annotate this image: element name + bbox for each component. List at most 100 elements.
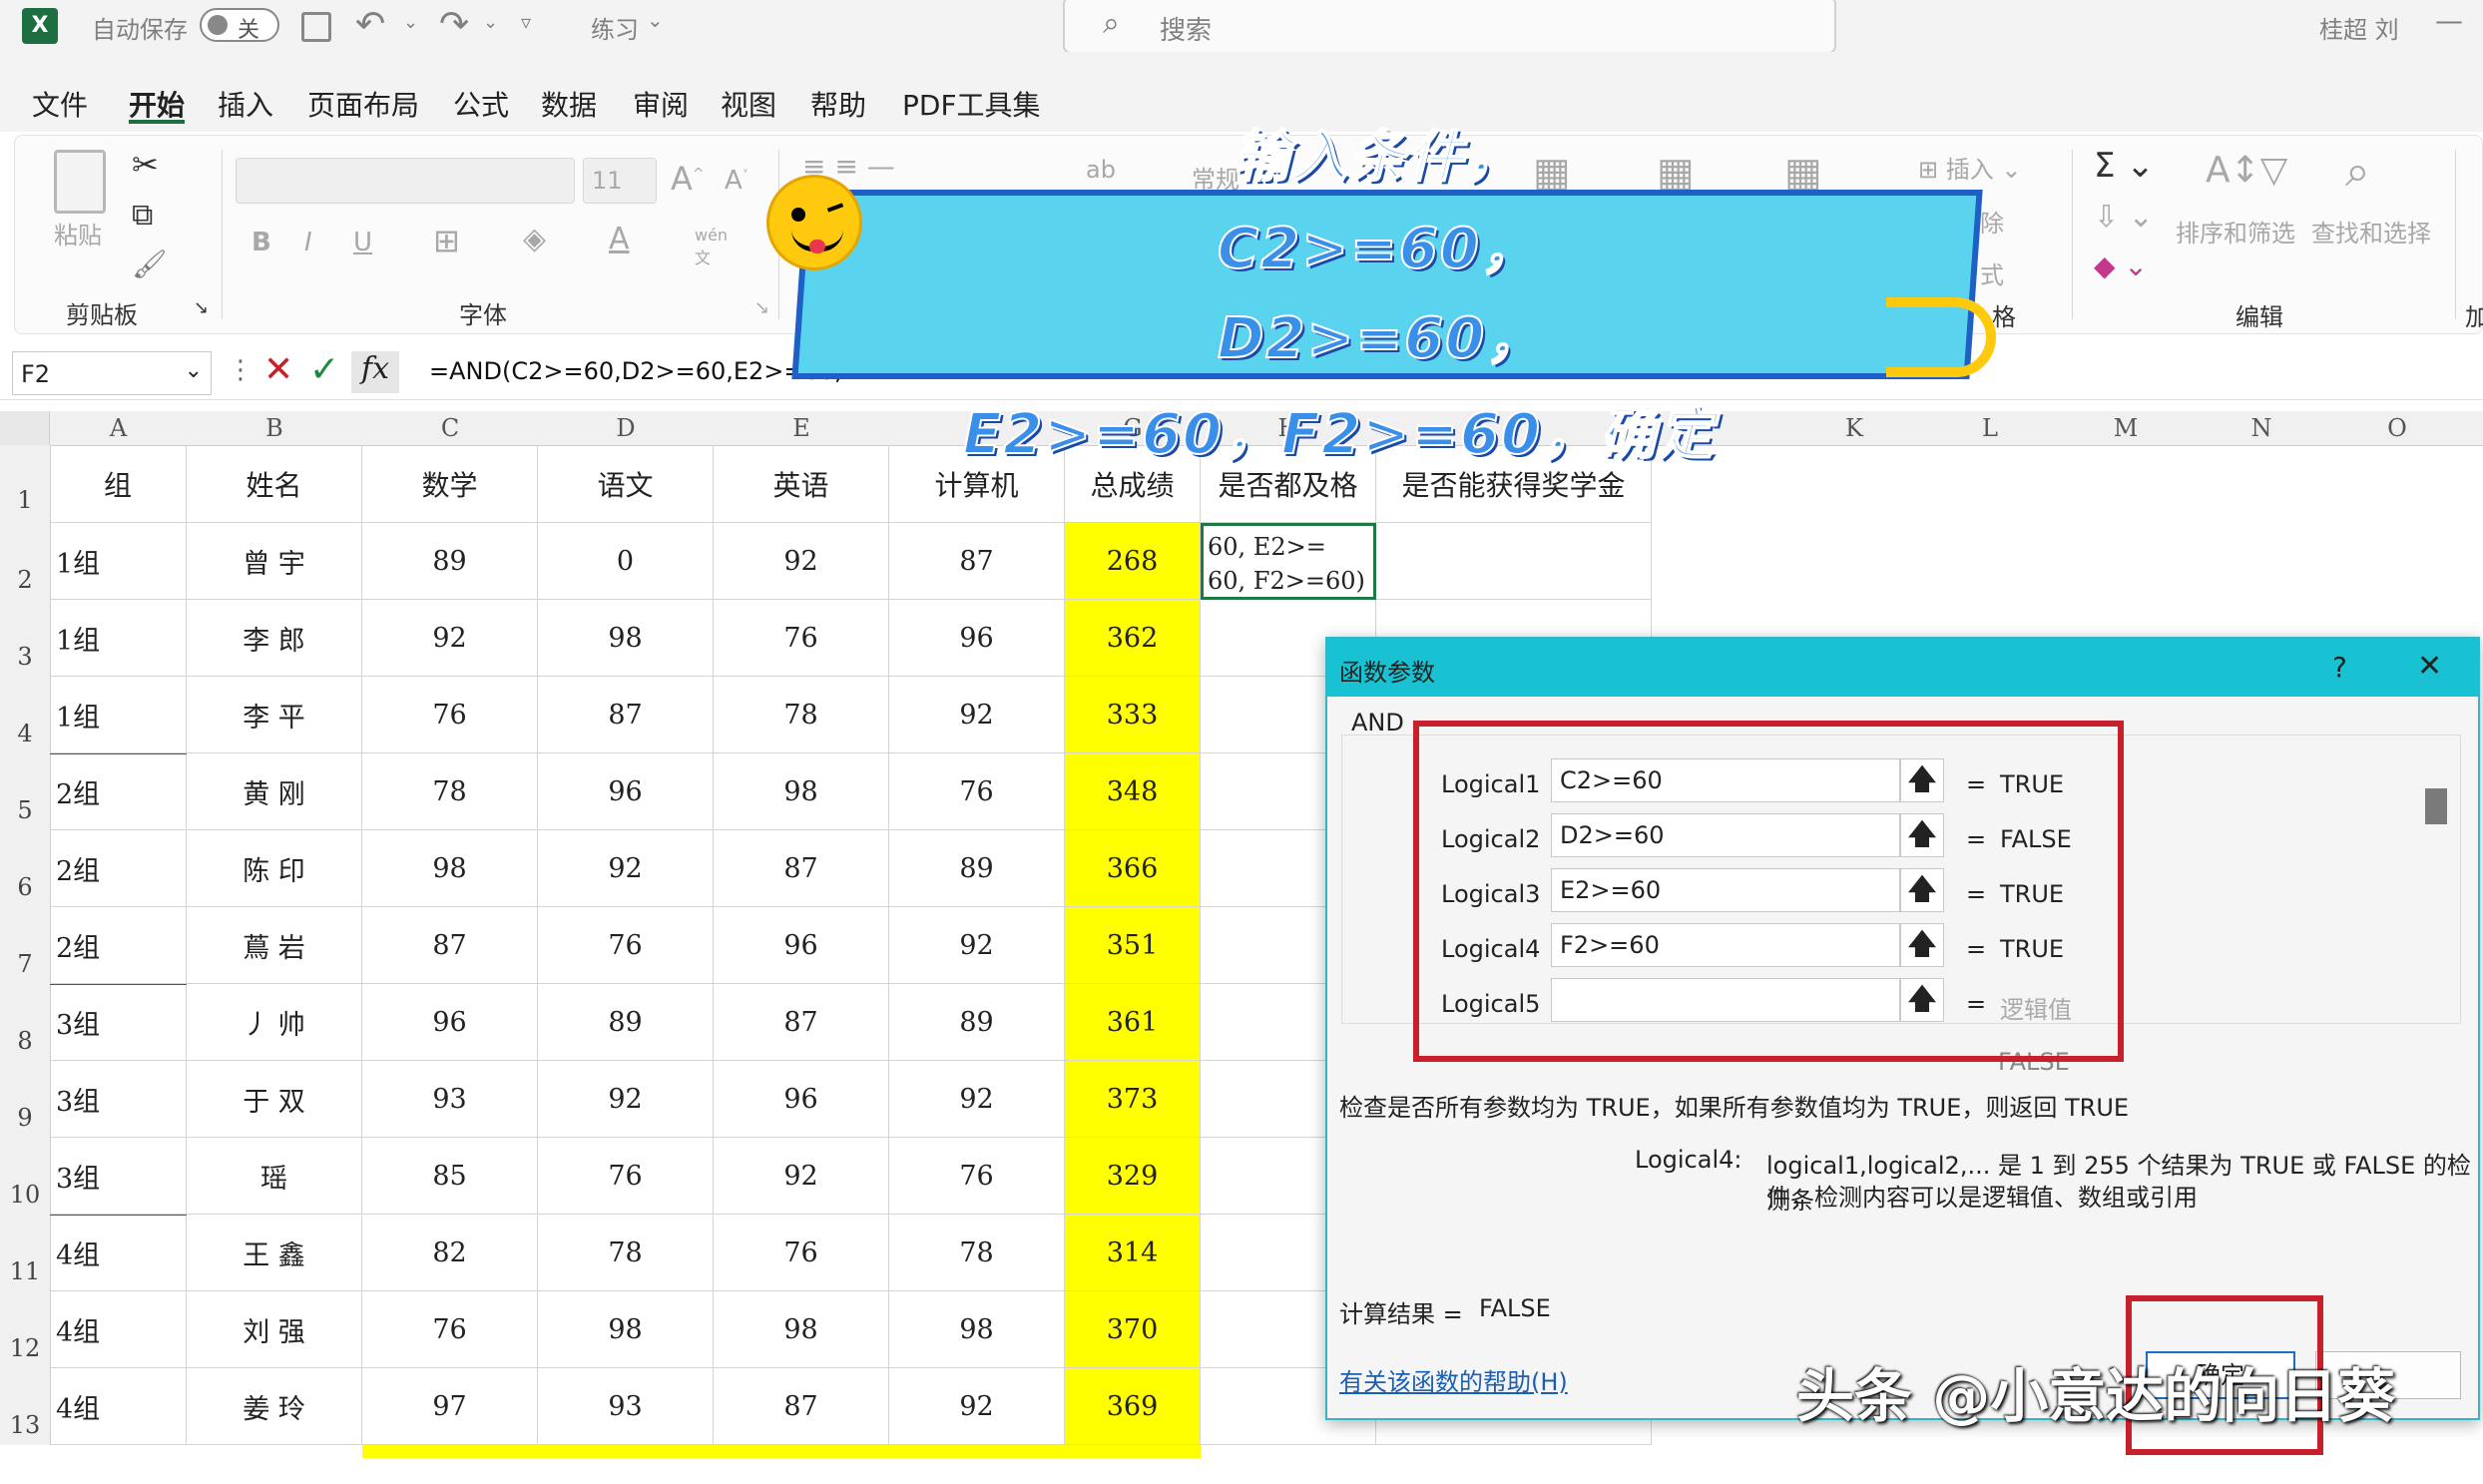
cell-math[interactable]: 93 xyxy=(362,1061,538,1138)
paste-label[interactable]: 粘贴 xyxy=(54,216,102,250)
cell-english[interactable]: 76 xyxy=(714,600,889,677)
cell-chinese[interactable]: 76 xyxy=(538,1138,714,1215)
font-launcher-icon[interactable]: ↘ xyxy=(754,297,769,318)
row-header[interactable]: 4 xyxy=(0,677,51,753)
find-select-label[interactable]: 查找和选择 xyxy=(2311,214,2431,248)
row-header[interactable]: 1 xyxy=(0,445,51,523)
dialog-help-button[interactable]: ? xyxy=(2332,651,2347,684)
cell-group[interactable]: 2组 xyxy=(50,907,187,984)
enter-formula-icon[interactable]: ✓ xyxy=(309,349,339,390)
row-header[interactable]: 10 xyxy=(0,1138,51,1215)
cell-total[interactable]: 329 xyxy=(1065,1138,1201,1215)
row-header[interactable]: 8 xyxy=(0,984,51,1061)
header-chinese[interactable]: 语文 xyxy=(538,445,714,523)
font-name-box[interactable] xyxy=(236,158,575,204)
row-header[interactable]: 11 xyxy=(0,1215,51,1291)
cell-name[interactable]: 李 平 xyxy=(187,677,362,753)
cell-math[interactable]: 82 xyxy=(362,1215,538,1291)
cell-english[interactable]: 87 xyxy=(714,1368,889,1445)
cut-icon[interactable]: ✂ xyxy=(132,146,159,184)
cell-group[interactable]: 1组 xyxy=(50,523,187,600)
col-header-n[interactable]: N xyxy=(2194,411,2329,445)
cell-chinese[interactable]: 78 xyxy=(538,1215,714,1291)
cell-math[interactable]: 97 xyxy=(362,1368,538,1445)
cell-total[interactable]: 373 xyxy=(1065,1061,1201,1138)
cell-chinese[interactable]: 92 xyxy=(538,830,714,907)
wrap-text-icon[interactable]: ab xyxy=(1086,156,1116,184)
col-header-e[interactable]: E xyxy=(714,411,889,445)
cell-math[interactable]: 89 xyxy=(362,523,538,600)
clear-icon[interactable]: ◆ ⌄ xyxy=(2094,249,2148,282)
menu-file[interactable]: 文件 xyxy=(32,84,88,124)
menu-review[interactable]: 审阅 xyxy=(633,84,689,124)
cell-chinese[interactable]: 76 xyxy=(538,907,714,984)
menu-insert[interactable]: 插入 xyxy=(218,84,273,124)
cell-computer[interactable]: 96 xyxy=(889,600,1065,677)
row-header[interactable]: 12 xyxy=(0,1291,51,1368)
cancel-formula-icon[interactable]: ✕ xyxy=(263,349,293,390)
cell-name[interactable]: 曾 宇 xyxy=(187,523,362,600)
cell-computer[interactable]: 76 xyxy=(889,1138,1065,1215)
cell-chinese[interactable]: 87 xyxy=(538,677,714,753)
menu-data[interactable]: 数据 xyxy=(541,84,597,124)
row-header[interactable]: 5 xyxy=(0,753,51,830)
cell-total[interactable]: 314 xyxy=(1065,1215,1201,1291)
cell-computer[interactable]: 89 xyxy=(889,830,1065,907)
cell-total[interactable]: 268 xyxy=(1065,523,1201,600)
redo-dropdown-icon[interactable]: ⌄ xyxy=(483,12,498,33)
menu-pdf-tools[interactable]: PDF工具集 xyxy=(902,84,1041,124)
cell-computer[interactable]: 76 xyxy=(889,753,1065,830)
borders-icon[interactable]: ⊞ xyxy=(433,222,460,259)
dialog-close-icon[interactable]: ✕ xyxy=(2417,649,2442,684)
col-header-d[interactable]: D xyxy=(538,411,714,445)
undo-dropdown-icon[interactable]: ⌄ xyxy=(403,12,418,33)
autosave-toggle[interactable]: 关 xyxy=(200,8,279,43)
cell-english[interactable]: 98 xyxy=(714,1291,889,1368)
cell-group[interactable]: 4组 xyxy=(50,1215,187,1291)
cell-name[interactable]: 于 双 xyxy=(187,1061,362,1138)
col-header-o[interactable]: O xyxy=(2329,411,2465,445)
cell-math[interactable]: 96 xyxy=(362,984,538,1061)
cell-group[interactable]: 4组 xyxy=(50,1368,187,1445)
cell-chinese[interactable]: 98 xyxy=(538,600,714,677)
header-name[interactable]: 姓名 xyxy=(187,445,362,523)
cell-name[interactable]: 陈 印 xyxy=(187,830,362,907)
cell-group[interactable]: 3组 xyxy=(50,984,187,1061)
bold-button[interactable]: B xyxy=(251,228,271,257)
cell-total[interactable]: 362 xyxy=(1065,600,1201,677)
copy-icon[interactable]: ⧉ xyxy=(132,198,153,233)
underline-button[interactable]: U xyxy=(353,228,372,257)
cell-computer[interactable]: 98 xyxy=(889,1291,1065,1368)
cell-group[interactable]: 1组 xyxy=(50,677,187,753)
name-box[interactable]: F2 ⌄ xyxy=(12,351,212,395)
col-header-k[interactable]: K xyxy=(1786,411,1922,445)
font-size-box[interactable]: 11 xyxy=(583,158,657,204)
cell-chinese[interactable]: 92 xyxy=(538,1061,714,1138)
cell-total[interactable]: 366 xyxy=(1065,830,1201,907)
cell-group[interactable]: 3组 xyxy=(50,1061,187,1138)
clipboard-launcher-icon[interactable]: ↘ xyxy=(194,297,209,318)
argument-scrollbar[interactable] xyxy=(2425,788,2447,824)
cell-name[interactable]: 李 郎 xyxy=(187,600,362,677)
cell-math[interactable]: 76 xyxy=(362,677,538,753)
col-header-a[interactable]: A xyxy=(50,411,187,445)
cell-name[interactable]: 刘 强 xyxy=(187,1291,362,1368)
cell-computer[interactable]: 92 xyxy=(889,907,1065,984)
redo-icon[interactable]: ↷ xyxy=(439,4,469,45)
cell-total[interactable]: 351 xyxy=(1065,907,1201,984)
cell-english[interactable]: 78 xyxy=(714,677,889,753)
cell-english[interactable]: 76 xyxy=(714,1215,889,1291)
cell-total[interactable]: 370 xyxy=(1065,1291,1201,1368)
cell-name[interactable]: 黄 刚 xyxy=(187,753,362,830)
row-header[interactable]: 13 xyxy=(0,1368,51,1445)
undo-icon[interactable]: ↶ xyxy=(355,4,385,45)
menu-view[interactable]: 视图 xyxy=(721,84,776,124)
cell-group[interactable]: 2组 xyxy=(50,753,187,830)
header-english[interactable]: 英语 xyxy=(714,445,889,523)
row-header[interactable]: 2 xyxy=(0,523,51,600)
cell-math[interactable]: 98 xyxy=(362,830,538,907)
delete-cells-label[interactable]: 除 xyxy=(1980,204,2004,239)
file-name-dropdown-icon[interactable]: ⌄ xyxy=(647,8,664,32)
formula-bar-more-icon[interactable]: ⋮ xyxy=(228,355,253,385)
cell-total[interactable]: 348 xyxy=(1065,753,1201,830)
